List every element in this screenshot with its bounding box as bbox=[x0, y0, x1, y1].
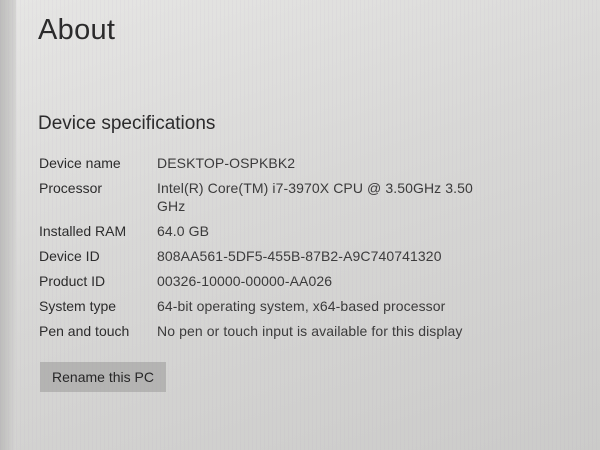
spec-row-installed-ram: Installed RAM 64.0 GB bbox=[39, 222, 579, 240]
spec-value: 00326-10000-00000-AA026 bbox=[157, 273, 333, 289]
spec-label: System type bbox=[39, 298, 117, 314]
spec-label: Installed RAM bbox=[39, 223, 127, 239]
spec-value: 808AA561-5DF5-455B-87B2-A9C740741320 bbox=[157, 248, 442, 264]
section-heading-device-specifications: Device specifications bbox=[38, 113, 216, 134]
spec-row-processor: Processor Intel(R) Core(TM) i7-3970X CPU… bbox=[39, 179, 579, 215]
spec-label: Product ID bbox=[39, 273, 106, 289]
device-specifications-list: Device name DESKTOP-OSPKBK2 Processor In… bbox=[39, 154, 579, 347]
spec-label: Device ID bbox=[39, 248, 100, 264]
spec-row-product-id: Product ID 00326-10000-00000-AA026 bbox=[39, 272, 579, 290]
spec-value: 64-bit operating system, x64-based proce… bbox=[157, 298, 446, 314]
page-title: About bbox=[38, 14, 116, 46]
spec-row-device-name: Device name DESKTOP-OSPKBK2 bbox=[39, 154, 579, 172]
spec-value: Intel(R) Core(TM) i7-3970X CPU @ 3.50GHz… bbox=[157, 180, 473, 214]
rename-this-pc-button[interactable]: Rename this PC bbox=[40, 362, 166, 392]
spec-label: Pen and touch bbox=[39, 323, 130, 339]
window-edge bbox=[0, 0, 16, 450]
spec-value: 64.0 GB bbox=[157, 223, 210, 239]
spec-label: Device name bbox=[39, 155, 121, 171]
spec-label: Processor bbox=[39, 180, 103, 196]
spec-row-device-id: Device ID 808AA561-5DF5-455B-87B2-A9C740… bbox=[39, 247, 579, 265]
spec-row-system-type: System type 64-bit operating system, x64… bbox=[39, 297, 579, 315]
spec-value: No pen or touch input is available for t… bbox=[157, 323, 463, 339]
spec-value: DESKTOP-OSPKBK2 bbox=[157, 155, 296, 171]
spec-row-pen-and-touch: Pen and touch No pen or touch input is a… bbox=[39, 322, 579, 340]
